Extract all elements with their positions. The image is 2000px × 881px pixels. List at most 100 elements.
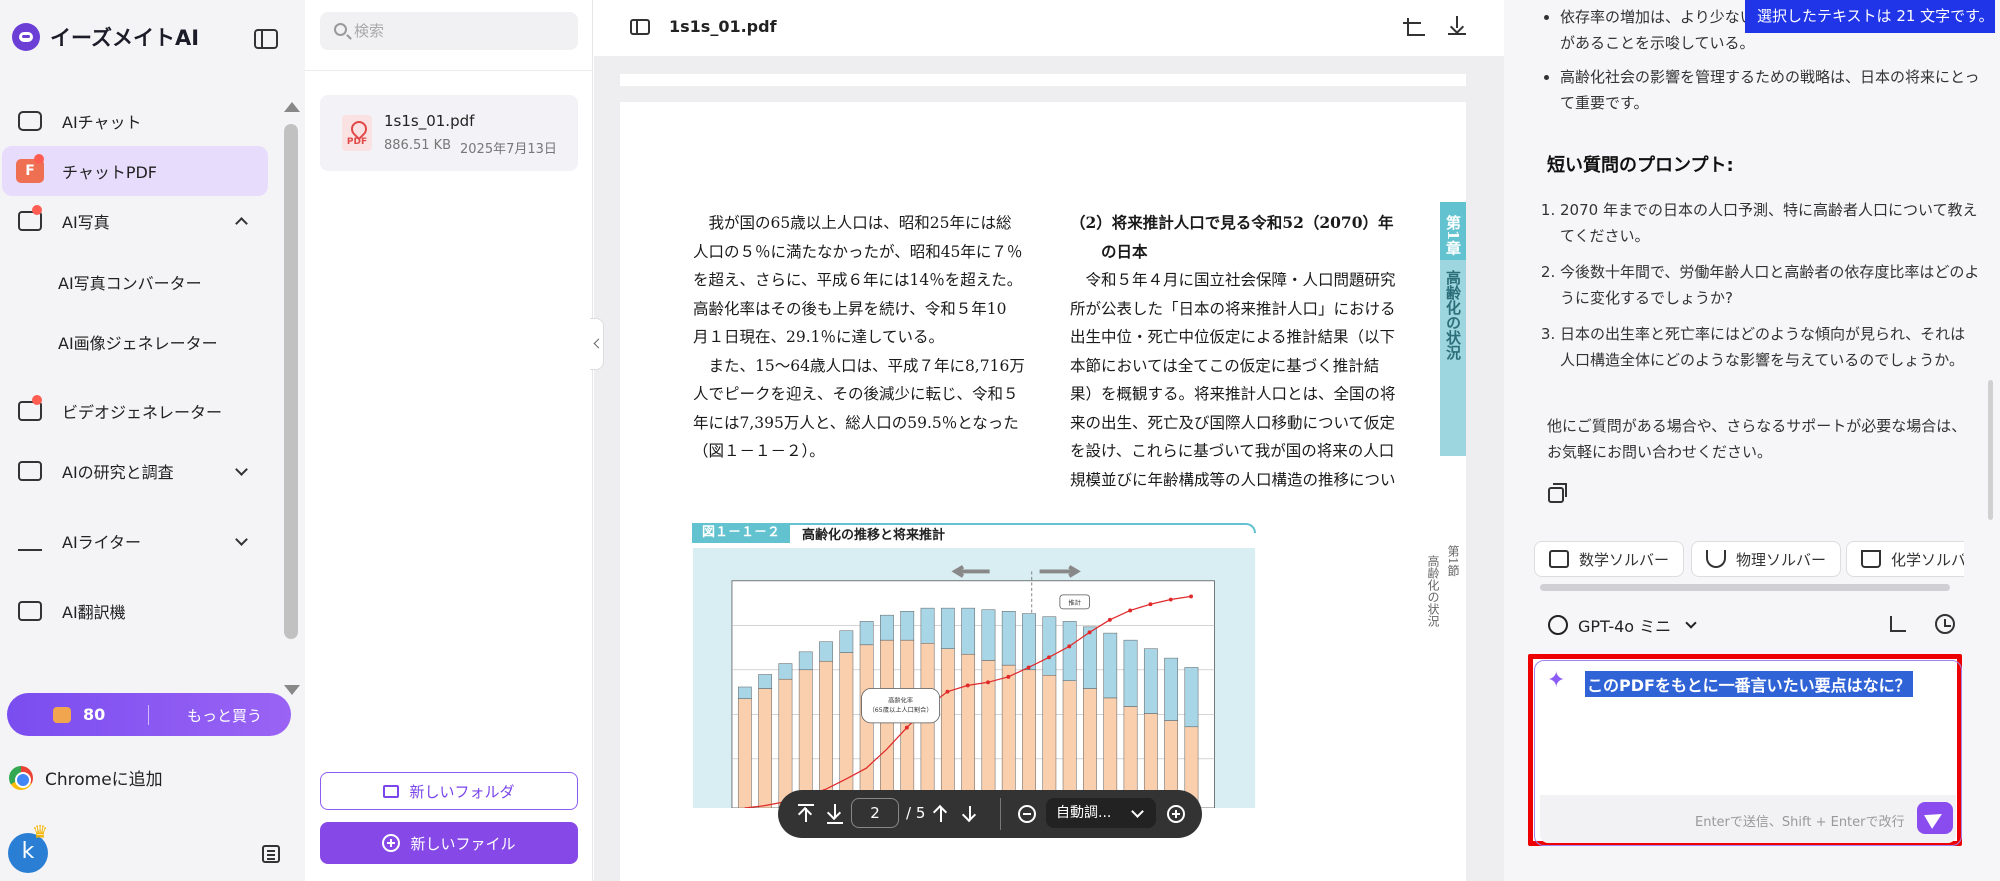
suggested-question[interactable]: 今後数十年間で、労働年齢人口と高齢者の依存度比率はどのように変化するでしょうか? bbox=[1560, 259, 1980, 311]
crown-icon: ♛ bbox=[32, 822, 49, 843]
sidebar-item-ai-photo[interactable]: AI写真 bbox=[2, 196, 268, 246]
folder-plus-icon bbox=[383, 784, 400, 798]
tool-label: 数学ソルバー bbox=[1579, 550, 1670, 569]
page-number-input[interactable] bbox=[851, 798, 899, 828]
plus-circle-icon bbox=[382, 834, 401, 852]
sidebar-scrollbar[interactable] bbox=[284, 124, 298, 639]
figure-header: 図１－１－２ 高齢化の推移と将来推計 bbox=[692, 523, 1256, 543]
history-list-icon[interactable] bbox=[262, 845, 280, 863]
pager-divider bbox=[1000, 798, 1001, 830]
zoom-out-icon[interactable] bbox=[1018, 805, 1036, 823]
file-item[interactable]: PDF 1s1s_01.pdf 886.51 KB 2025年7月13日 bbox=[320, 95, 578, 171]
send-button[interactable] bbox=[1917, 802, 1953, 834]
sidebar-subitem-photo-converter[interactable]: AI写真コンバーター bbox=[0, 252, 280, 312]
file-date: 2025年7月13日 bbox=[460, 142, 557, 157]
tool-label: 物理ソルバー bbox=[1736, 550, 1827, 569]
brand-logo-icon bbox=[12, 23, 40, 51]
suggested-question[interactable]: 2070 年までの日本の人口予測、特に高齢者人口について教えてください。 bbox=[1560, 197, 1980, 249]
pdf-file-icon: PDF bbox=[342, 115, 372, 151]
new-file-label: 新しいファイル bbox=[410, 834, 516, 853]
add-to-chrome-link[interactable]: Chromeに追加 bbox=[9, 765, 163, 790]
figure-chart-image: 高齢化率 （65歳以上人口割合） 推計 bbox=[692, 548, 1256, 808]
sidebar-item-label: AIチャット bbox=[62, 113, 142, 132]
sidebar-item-translator[interactable]: AI翻訳機 bbox=[2, 586, 268, 636]
sidebar-nav: AIチャット F チャットPDF AI写真 AI写真コンバーター AI画像ジェネ… bbox=[0, 96, 280, 636]
sidebar-item-research[interactable]: AIの研究と調査 bbox=[2, 446, 268, 496]
callout-text-1: 高齢化率 bbox=[888, 697, 913, 705]
sidebar-item-label: AI画像ジェネレーター bbox=[58, 334, 218, 353]
search-input[interactable] bbox=[354, 20, 564, 42]
file-name: 1s1s_01.pdf bbox=[384, 112, 475, 130]
side-note-title: 高齢化の状況 bbox=[1426, 555, 1440, 627]
photo-icon bbox=[16, 205, 44, 233]
collapse-file-panel-tab[interactable] bbox=[590, 318, 604, 370]
aging-rate-callout bbox=[861, 688, 941, 724]
add-to-chrome-label: Chromeに追加 bbox=[45, 770, 163, 790]
toggle-panel-icon[interactable] bbox=[630, 19, 650, 35]
download-icon[interactable] bbox=[1448, 16, 1466, 36]
first-page-icon[interactable] bbox=[796, 804, 816, 824]
suggested-question[interactable]: 日本の出生率と死亡率にはどのような傾向が見られ、それは人口構造全体にどのような影… bbox=[1560, 321, 1980, 373]
chips-scrollbar[interactable] bbox=[1540, 584, 1950, 591]
credits-bar[interactable]: 80 もっと買う bbox=[7, 693, 291, 736]
search-box[interactable] bbox=[320, 12, 578, 50]
last-page-icon[interactable] bbox=[825, 804, 845, 824]
copy-icon[interactable] bbox=[1548, 483, 1567, 503]
estimate-callout-text: 推計 bbox=[1068, 599, 1080, 607]
sidebar-item-chat-pdf[interactable]: F チャットPDF bbox=[2, 146, 268, 196]
sidebar-item-video-generator[interactable]: ビデオジェネレーター bbox=[2, 386, 268, 436]
coin-icon bbox=[53, 706, 71, 723]
chat-scrollbar[interactable] bbox=[1988, 380, 1993, 520]
chevron-up-icon bbox=[235, 217, 248, 230]
document-title: 1s1s_01.pdf bbox=[669, 17, 777, 36]
sidebar-collapse-icon[interactable] bbox=[254, 29, 278, 49]
sidebar-item-ai-chat[interactable]: AIチャット bbox=[2, 96, 268, 146]
sidebar-item-writer[interactable]: AIライター bbox=[2, 516, 268, 566]
model-selector[interactable]: GPT-4o ミニ bbox=[1548, 613, 1697, 637]
chat-input-text[interactable]: このPDFをもとに一番言いたい要点はなに？ bbox=[1585, 671, 1913, 697]
brand-name: イーズメイトAI bbox=[50, 26, 200, 50]
chevron-down-icon bbox=[235, 463, 248, 476]
send-hint: Enterで送信、Shift + Enterで改行 bbox=[1695, 815, 1905, 830]
sidebar-item-label: AI写真 bbox=[62, 213, 110, 232]
file-size: 886.51 KB bbox=[384, 138, 452, 153]
new-folder-button[interactable]: 新しいフォルダ bbox=[320, 772, 578, 810]
sidebar-item-label: チャットPDF bbox=[62, 163, 158, 182]
sidebar-item-label: ビデオジェネレーター bbox=[62, 403, 223, 422]
pdf-section-heading: （2）将来推計人口で見る令和52（2070）年 の日本 bbox=[1070, 213, 1394, 261]
screenshot-crop-icon[interactable] bbox=[1890, 616, 1906, 632]
selection-count-banner: 選択したテキストは 21 文字です。 bbox=[1745, 0, 1995, 33]
sidebar-item-label: AIの研究と調査 bbox=[62, 463, 174, 482]
scroll-down-icon[interactable] bbox=[284, 685, 300, 695]
magnet-icon bbox=[1706, 550, 1726, 568]
file-panel: PDF 1s1s_01.pdf 886.51 KB 2025年7月13日 新しい… bbox=[305, 0, 593, 881]
next-page-icon[interactable] bbox=[960, 804, 980, 824]
calculator-icon bbox=[1549, 550, 1569, 568]
pdf-icon: F bbox=[16, 154, 44, 183]
sidebar-subitem-image-generator[interactable]: AI画像ジェネレーター bbox=[0, 312, 280, 372]
search-icon bbox=[334, 23, 347, 36]
buy-more-button[interactable]: もっと買う bbox=[187, 705, 262, 726]
chapter-section-label: 高齢化の状況 bbox=[1444, 270, 1462, 360]
previous-page-icon[interactable] bbox=[931, 804, 951, 824]
scroll-up-icon[interactable] bbox=[284, 102, 300, 112]
credits-divider bbox=[148, 705, 149, 725]
answer-bullet: 高齢化社会の影響を管理するための戦略は、日本の将来にとって重要です。 bbox=[1560, 64, 1980, 116]
sidebar-item-label: AI写真コンバーター bbox=[58, 274, 202, 293]
zoom-in-icon[interactable] bbox=[1167, 805, 1185, 823]
math-solver-chip[interactable]: 数学ソルバー bbox=[1534, 541, 1685, 577]
research-icon bbox=[16, 459, 44, 483]
zoom-select[interactable]: 自動調... bbox=[1046, 798, 1156, 828]
chemistry-solver-chip[interactable]: 化学ソルバー bbox=[1846, 541, 1964, 577]
crop-icon[interactable] bbox=[1403, 18, 1425, 36]
brand[interactable]: イーズメイトAI bbox=[12, 22, 199, 52]
chevron-down-icon bbox=[235, 533, 248, 546]
history-clock-icon[interactable] bbox=[1935, 614, 1955, 634]
callout-text-2: （65歳以上人口割合） bbox=[869, 706, 933, 714]
new-file-button[interactable]: 新しいファイル bbox=[320, 822, 578, 864]
chat-icon bbox=[16, 109, 44, 133]
physics-solver-chip[interactable]: 物理ソルバー bbox=[1691, 541, 1842, 577]
previous-page-edge bbox=[620, 74, 1466, 86]
chapter-tab: 第1章 高齢化の状況 bbox=[1440, 202, 1466, 456]
pdf-text-column-1: 我が国の65歳以上人口は、昭和25年には総 人口の５％に満たなかったが、昭和45… bbox=[693, 214, 1025, 460]
